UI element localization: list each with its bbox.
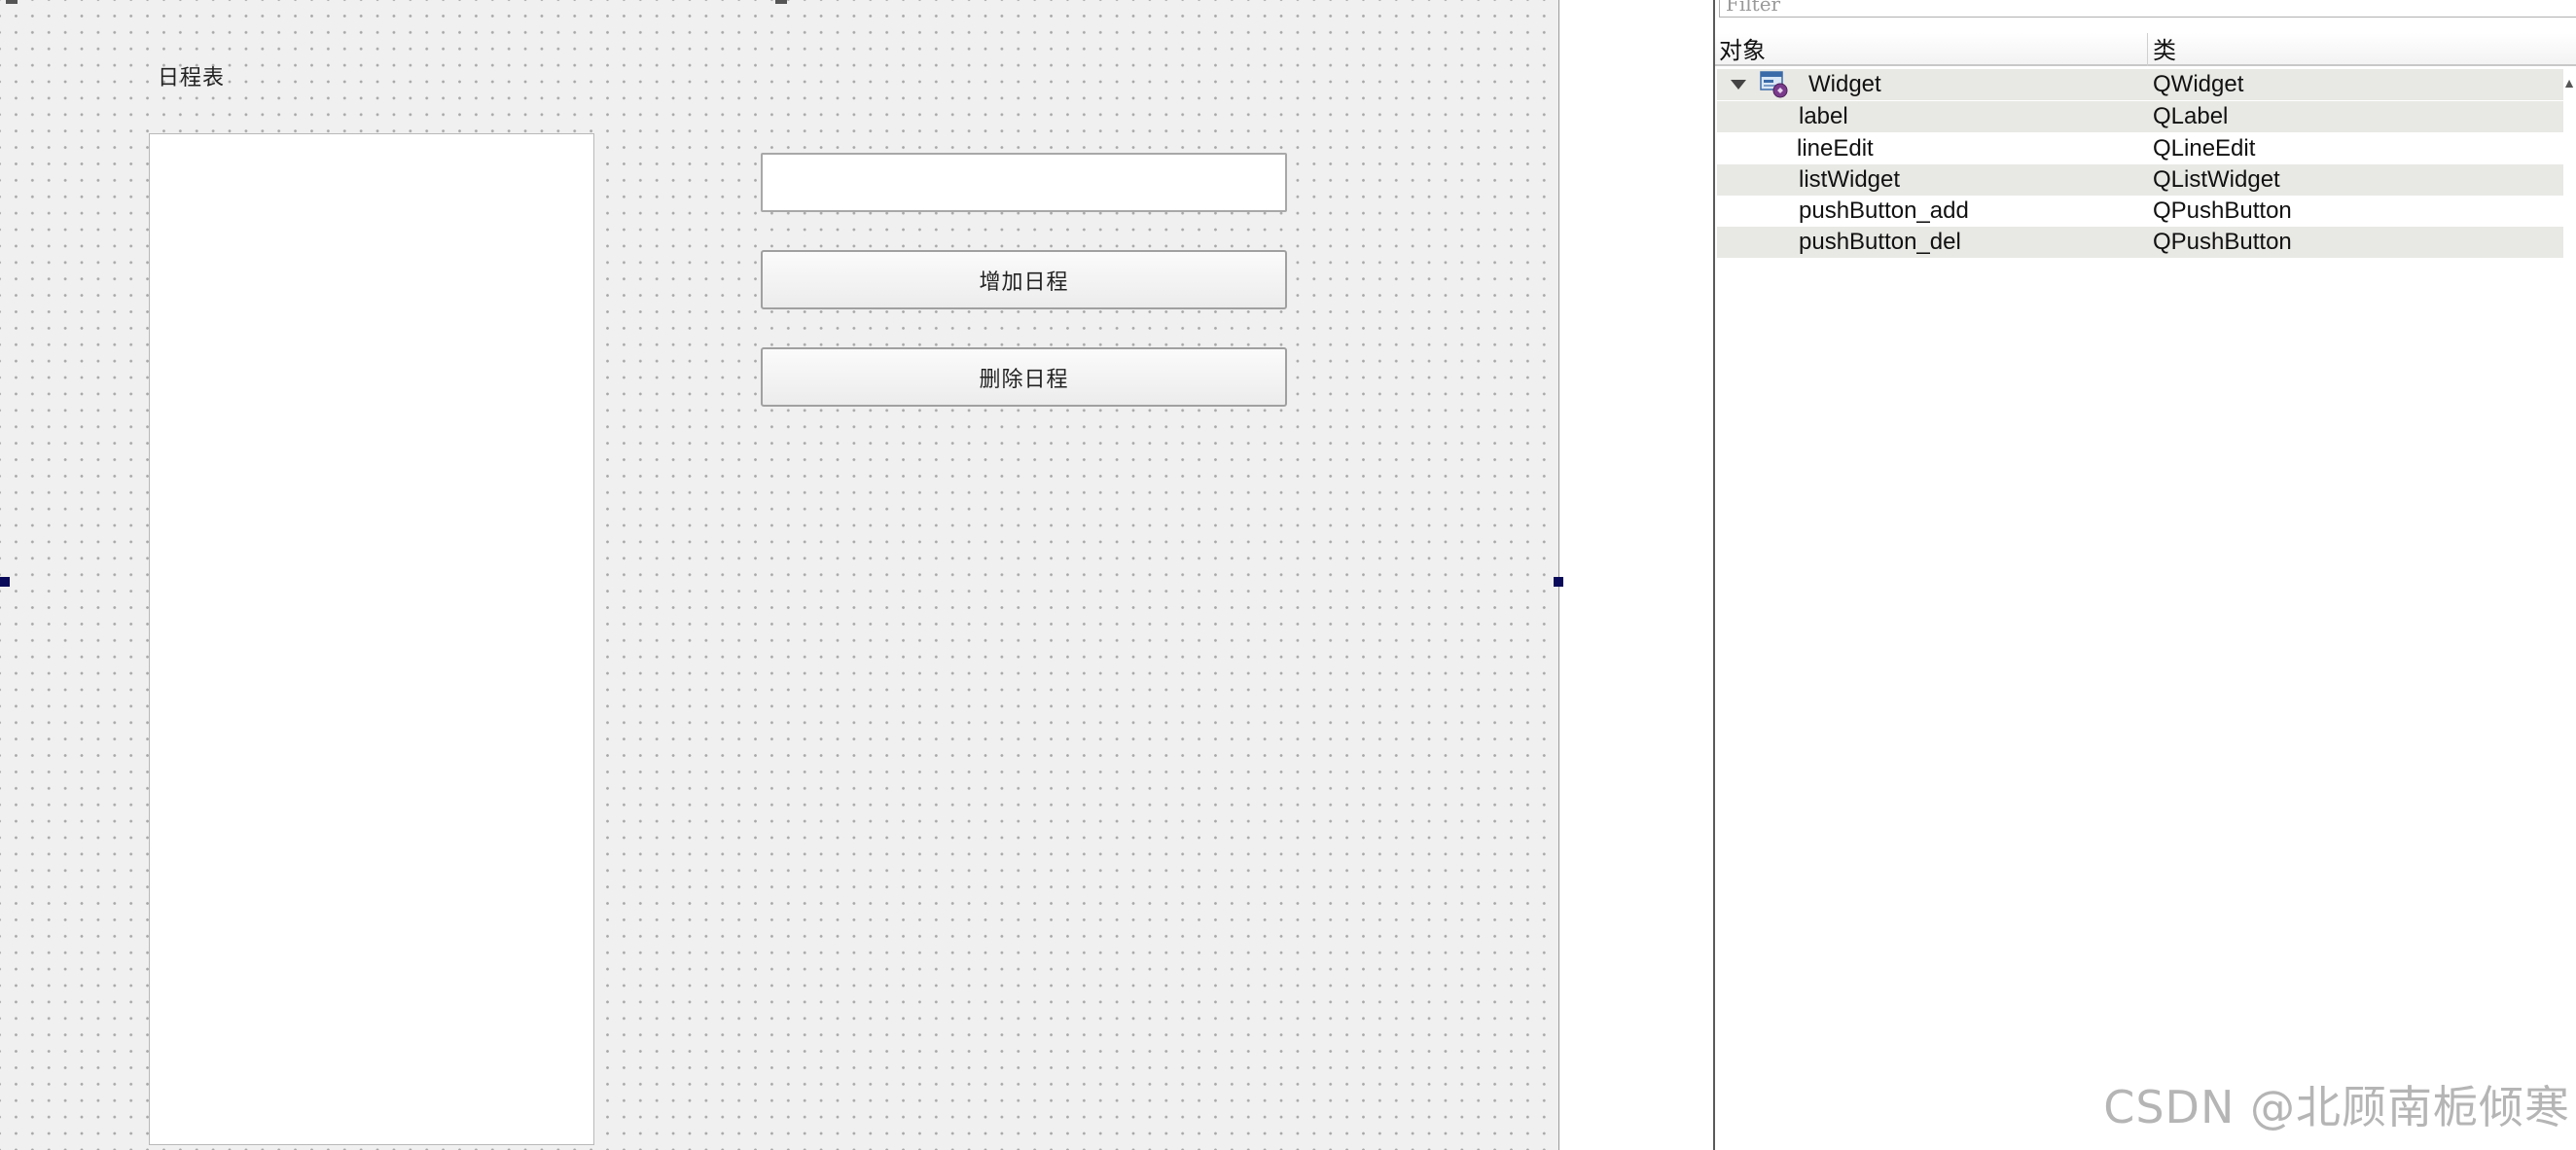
tree-row-pushbutton-add[interactable]: pushButton_add QPushButton <box>1717 196 2563 227</box>
add-schedule-button[interactable]: 增加日程 <box>761 250 1287 309</box>
scroll-up-arrow-icon[interactable]: ▲ <box>2562 66 2576 99</box>
selection-handle-right[interactable] <box>1554 577 1563 587</box>
designer-form-canvas[interactable]: 日程表 增加日程 删除日程 <box>0 0 1563 1150</box>
tree-object-name: lineEdit <box>1797 135 1874 162</box>
tree-object-name: label <box>1799 103 1848 129</box>
tree-object-class: QLabel <box>2153 103 2229 129</box>
tree-object-class: QLineEdit <box>2153 135 2256 162</box>
selection-handle-top-left[interactable] <box>6 0 18 4</box>
object-filter-input[interactable]: Filter <box>1719 0 2576 18</box>
tree-row-lineedit[interactable]: lineEdit QLineEdit <box>1717 133 2563 164</box>
object-inspector-panel: Filter 对象 类 ▲ Widget QWidget label QLabe… <box>1713 0 2576 1150</box>
tree-object-class: QPushButton <box>2153 229 2292 255</box>
tree-object-name: listWidget <box>1799 166 1901 193</box>
tree-object-name: pushButton_del <box>1799 229 1961 255</box>
tree-object-name: pushButton_add <box>1799 198 1969 224</box>
expand-arrow-icon[interactable] <box>1731 80 1746 90</box>
tree-row-label-text[interactable]: label QLabel <box>1717 101 2563 132</box>
delete-schedule-button[interactable]: 删除日程 <box>761 347 1287 407</box>
schedule-list-widget[interactable] <box>149 133 594 1145</box>
tree-object-class: QWidget <box>2153 71 2244 97</box>
tree-object-class: QListWidget <box>2153 166 2280 193</box>
csdn-watermark: CSDN @北顾南栀倾寒 <box>2103 1081 2570 1133</box>
tree-row-listwidget[interactable]: listWidget QListWidget <box>1717 164 2563 196</box>
tree-object-class: QPushButton <box>2153 198 2292 224</box>
schedule-label: 日程表 <box>158 66 226 90</box>
widget-icon <box>1760 71 1789 98</box>
selection-handle-left[interactable] <box>0 577 10 587</box>
selection-handle-top-center[interactable] <box>775 0 787 4</box>
tree-row-widget[interactable]: Widget QWidget <box>1717 69 2563 100</box>
inspector-header: 对象 类 ▲ <box>1715 33 2576 90</box>
schedule-line-edit[interactable] <box>761 153 1287 212</box>
tree-object-name: Widget <box>1808 71 1881 97</box>
column-header-object[interactable]: 对象 <box>1719 33 2148 66</box>
tree-row-pushbutton-del[interactable]: pushButton_del QPushButton <box>1717 227 2563 258</box>
column-header-class[interactable]: 类 <box>2153 33 2571 66</box>
